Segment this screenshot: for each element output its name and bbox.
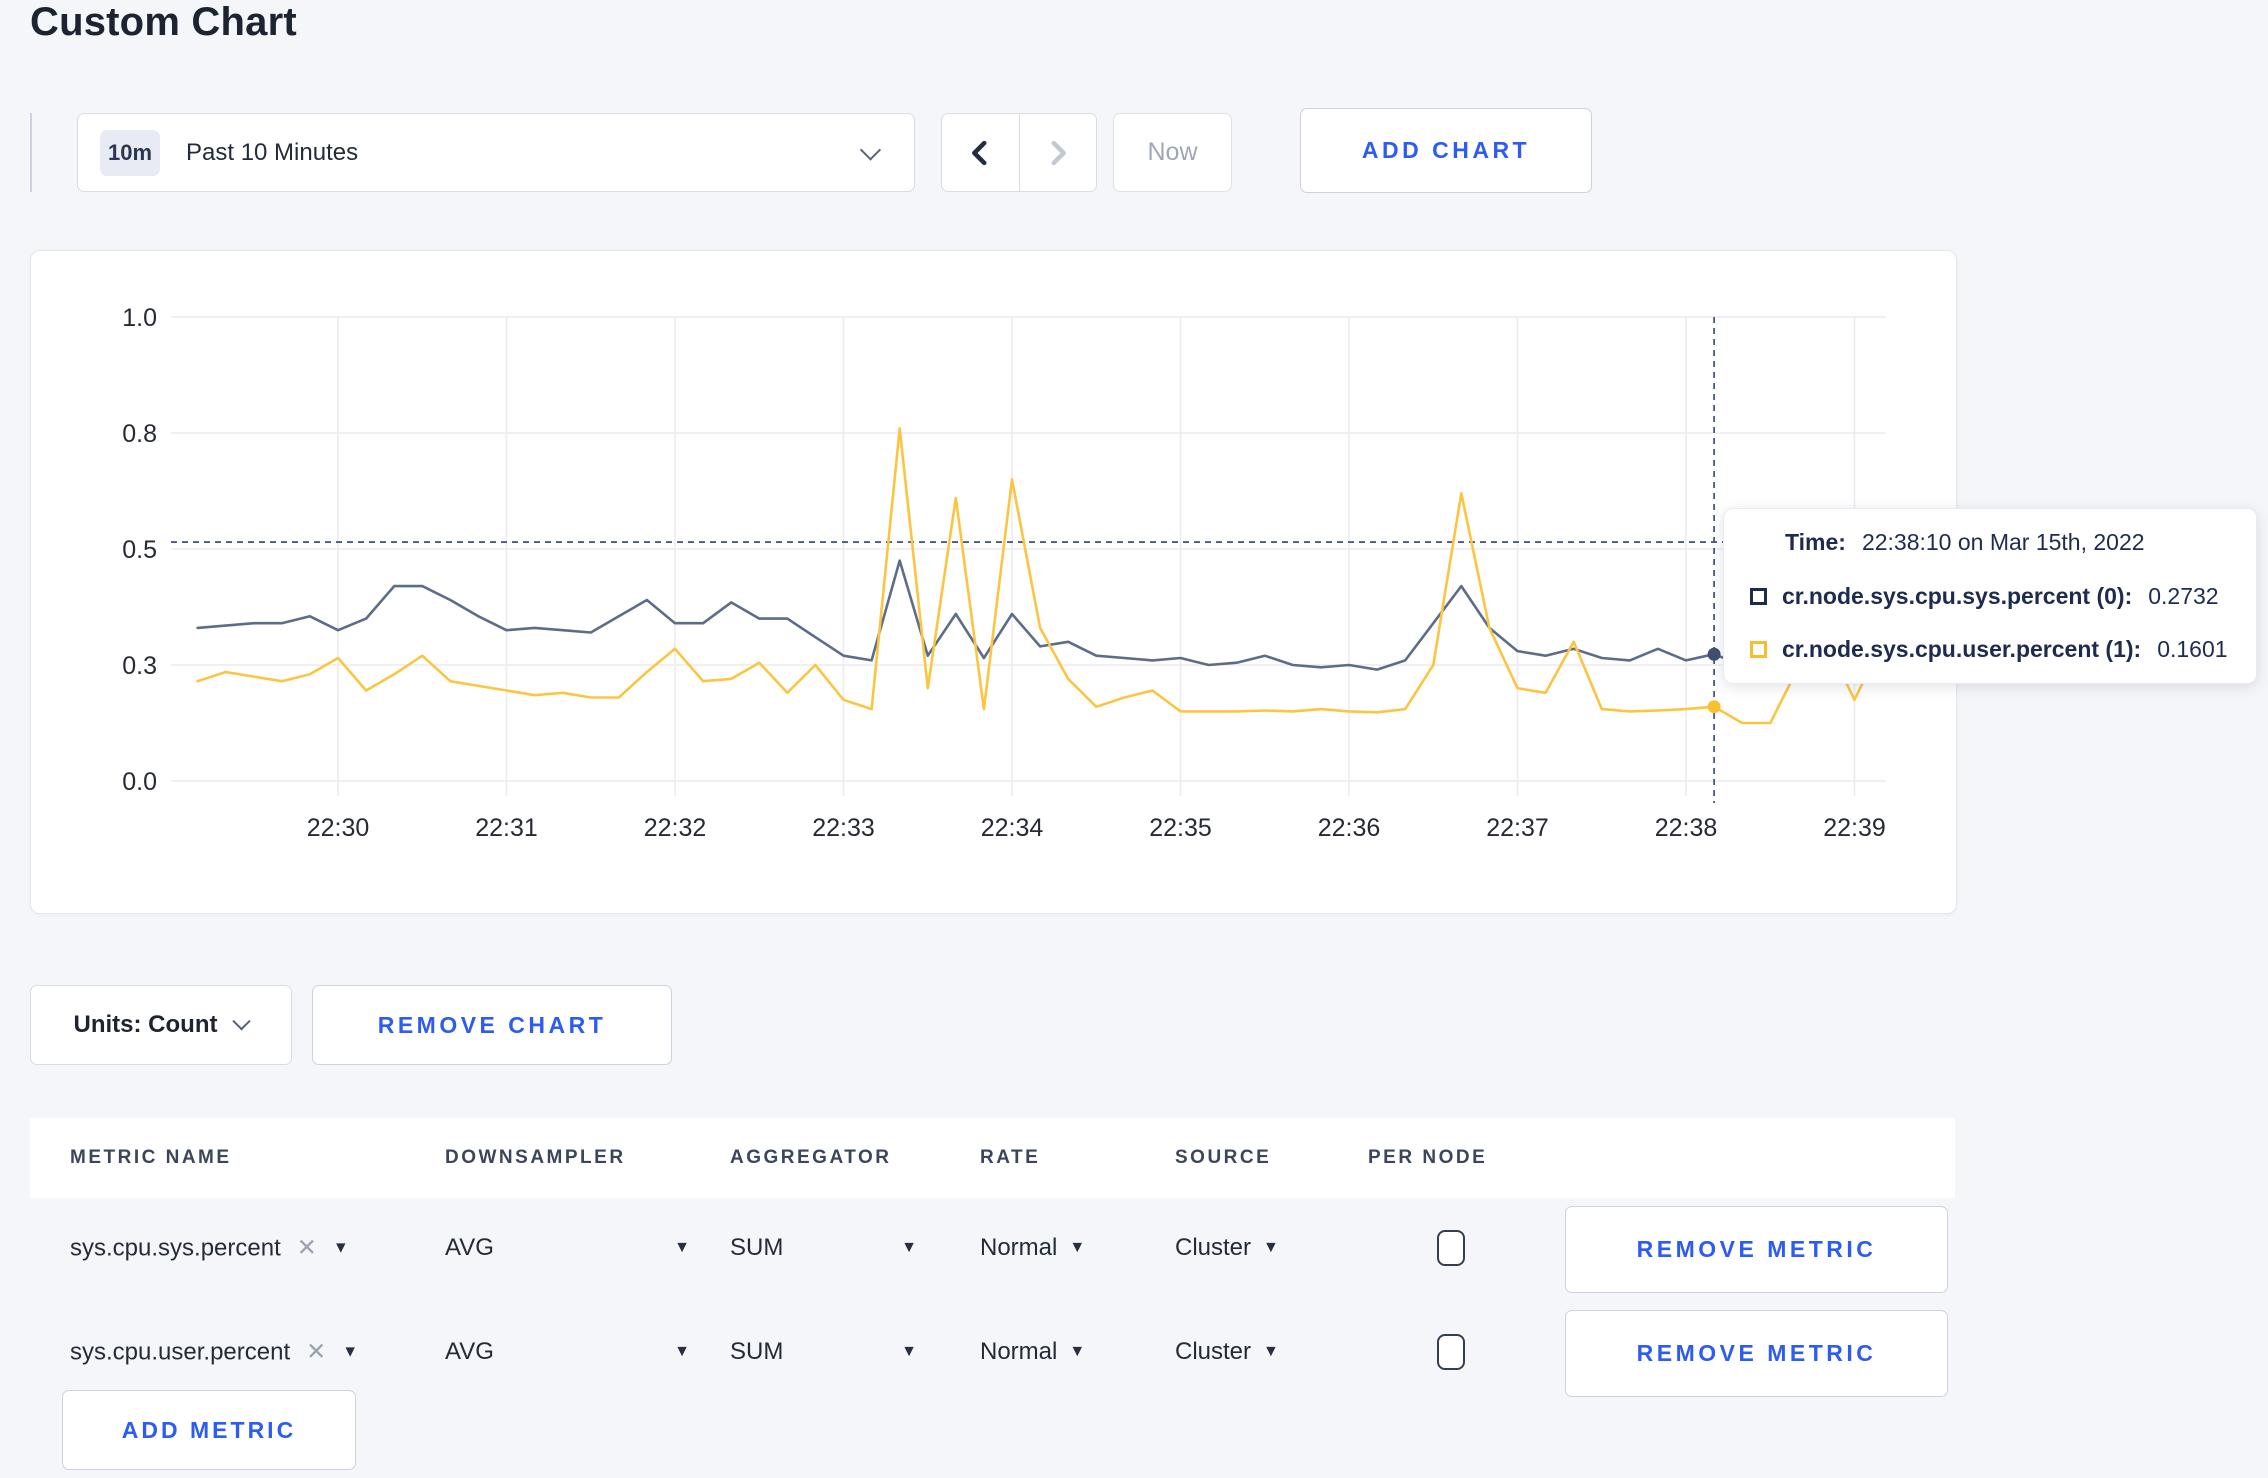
aggregator-value: SUM [730, 1338, 784, 1365]
clear-metric-icon[interactable]: ✕ [306, 1338, 326, 1367]
tooltip-series-row: cr.node.sys.cpu.user.percent (1): 0.1601 [1750, 636, 2230, 663]
svg-text:22:32: 22:32 [644, 814, 707, 842]
downsampler-value: AVG [445, 1234, 494, 1261]
chart-panel: 0.0 0.3 0.5 0.8 1.0 22:30 22:31 22:32 22:33 22:34… [30, 250, 1957, 914]
source-dropdown[interactable]: Cluster ▼ [1175, 1338, 1279, 1366]
chevron-right-icon [1051, 140, 1066, 165]
rate-value: Normal [980, 1234, 1058, 1261]
time-nav-button-group [941, 113, 1097, 192]
custom-chart-page: Custom Chart 10m Past 10 Minutes Now ADD… [0, 0, 2268, 1478]
page-title: Custom Chart [30, 0, 297, 44]
source-value: Cluster [1175, 1338, 1252, 1365]
per-node-checkbox[interactable] [1437, 1230, 1465, 1266]
metrics-table-header: METRIC NAME DOWNSAMPLER AGGREGATOR RATE … [30, 1118, 1955, 1198]
header-aggregator: AGGREGATOR [730, 1147, 892, 1168]
source-dropdown[interactable]: Cluster ▼ [1175, 1234, 1279, 1262]
toolbar-divider [30, 113, 32, 192]
source-value: Cluster [1175, 1234, 1252, 1261]
svg-text:0.3: 0.3 [122, 652, 157, 680]
header-metric-name: METRIC NAME [70, 1147, 232, 1168]
downsampler-dropdown[interactable]: AVG ▼ [445, 1338, 690, 1366]
tooltip-time-label: Time: [1785, 529, 1846, 555]
remove-chart-button[interactable]: REMOVE CHART [312, 985, 672, 1065]
chevron-down-icon [859, 138, 882, 161]
clear-metric-icon[interactable]: ✕ [297, 1234, 317, 1263]
caret-down-icon: ▼ [901, 1343, 917, 1360]
svg-text:0.0: 0.0 [122, 768, 157, 796]
downsampler-dropdown[interactable]: AVG ▼ [445, 1234, 690, 1262]
svg-text:22:37: 22:37 [1486, 814, 1549, 842]
tooltip-sys-value: 0.2732 [2148, 582, 2219, 609]
svg-text:22:39: 22:39 [1823, 814, 1886, 842]
svg-text:1.0: 1.0 [122, 304, 157, 332]
units-label: Units: Count [73, 1011, 218, 1038]
tooltip-user-label: cr.node.sys.cpu.user.percent (1): [1782, 636, 2142, 662]
add-chart-button[interactable]: ADD CHART [1300, 108, 1592, 193]
time-forward-button[interactable] [1020, 114, 1097, 191]
metric-name-dropdown[interactable]: sys.cpu.sys.percent ✕ ▼ [70, 1234, 349, 1263]
time-back-button[interactable] [942, 114, 1020, 191]
svg-text:22:33: 22:33 [812, 814, 875, 842]
svg-text:0.8: 0.8 [122, 420, 157, 448]
svg-text:22:35: 22:35 [1149, 814, 1212, 842]
per-node-checkbox[interactable] [1437, 1334, 1465, 1370]
chevron-down-icon [232, 1011, 252, 1030]
metric-name-value: sys.cpu.sys.percent [70, 1234, 281, 1261]
line-chart[interactable]: 0.0 0.3 0.5 0.8 1.0 22:30 22:31 22:32 22:33 22:34… [31, 251, 1956, 913]
header-downsampler: DOWNSAMPLER [445, 1147, 626, 1168]
series-user-swatch-icon [1750, 641, 1767, 658]
tooltip-time-row: Time: 22:38:10 on Mar 15th, 2022 [1785, 529, 2230, 556]
caret-down-icon: ▼ [1263, 1343, 1279, 1360]
aggregator-dropdown[interactable]: SUM ▼ [730, 1338, 917, 1366]
svg-text:22:34: 22:34 [981, 814, 1044, 842]
units-select[interactable]: Units: Count [30, 985, 292, 1065]
caret-down-icon: ▼ [674, 1343, 690, 1360]
svg-text:22:30: 22:30 [307, 814, 370, 842]
time-range-select[interactable]: 10m Past 10 Minutes [77, 113, 915, 192]
add-metric-button[interactable]: ADD METRIC [62, 1390, 356, 1470]
metric-name-value: sys.cpu.user.percent [70, 1338, 291, 1365]
tooltip-user-value: 0.1601 [2157, 636, 2228, 662]
header-per-node: PER NODE [1368, 1147, 1488, 1168]
svg-text:0.5: 0.5 [122, 536, 157, 564]
tooltip-sys-label: cr.node.sys.cpu.sys.percent (0): [1782, 582, 2133, 609]
rate-dropdown[interactable]: Normal ▼ [980, 1234, 1085, 1262]
caret-down-icon: ▼ [901, 1239, 917, 1256]
now-button[interactable]: Now [1113, 113, 1232, 192]
svg-text:22:31: 22:31 [475, 814, 538, 842]
aggregator-dropdown[interactable]: SUM ▼ [730, 1234, 917, 1262]
time-range-badge: 10m [100, 129, 160, 176]
metric-name-dropdown[interactable]: sys.cpu.user.percent ✕ ▼ [70, 1338, 358, 1367]
caret-down-icon: ▼ [342, 1343, 359, 1360]
series-sys-swatch-icon [1750, 587, 1767, 605]
caret-down-icon: ▼ [1069, 1343, 1086, 1360]
chart-tooltip: Time: 22:38:10 on Mar 15th, 2022 cr.node… [1723, 508, 2257, 684]
chevron-left-icon [972, 140, 987, 165]
header-source: SOURCE [1175, 1147, 1272, 1168]
remove-metric-button[interactable]: REMOVE METRIC [1565, 1206, 1948, 1293]
rate-dropdown[interactable]: Normal ▼ [980, 1338, 1085, 1366]
aggregator-value: SUM [730, 1234, 784, 1261]
remove-metric-button[interactable]: REMOVE METRIC [1565, 1310, 1948, 1397]
tooltip-series-row: cr.node.sys.cpu.sys.percent (0): 0.2732 [1750, 583, 2230, 610]
caret-down-icon: ▼ [674, 1239, 690, 1256]
time-range-label: Past 10 Minutes [186, 138, 359, 166]
svg-text:22:36: 22:36 [1318, 814, 1381, 842]
tooltip-time-value: 22:38:10 on Mar 15th, 2022 [1861, 529, 2145, 555]
metric-row: sys.cpu.user.percent ✕ ▼ AVG ▼ SUM ▼ Nor… [30, 1300, 1955, 1404]
rate-value: Normal [980, 1338, 1058, 1365]
header-rate: RATE [980, 1147, 1041, 1168]
caret-down-icon: ▼ [1069, 1239, 1086, 1256]
metric-row: sys.cpu.sys.percent ✕ ▼ AVG ▼ SUM ▼ Norm… [30, 1196, 1955, 1300]
svg-text:22:38: 22:38 [1655, 814, 1718, 842]
caret-down-icon: ▼ [332, 1239, 349, 1256]
downsampler-value: AVG [445, 1338, 494, 1365]
caret-down-icon: ▼ [1263, 1239, 1279, 1256]
